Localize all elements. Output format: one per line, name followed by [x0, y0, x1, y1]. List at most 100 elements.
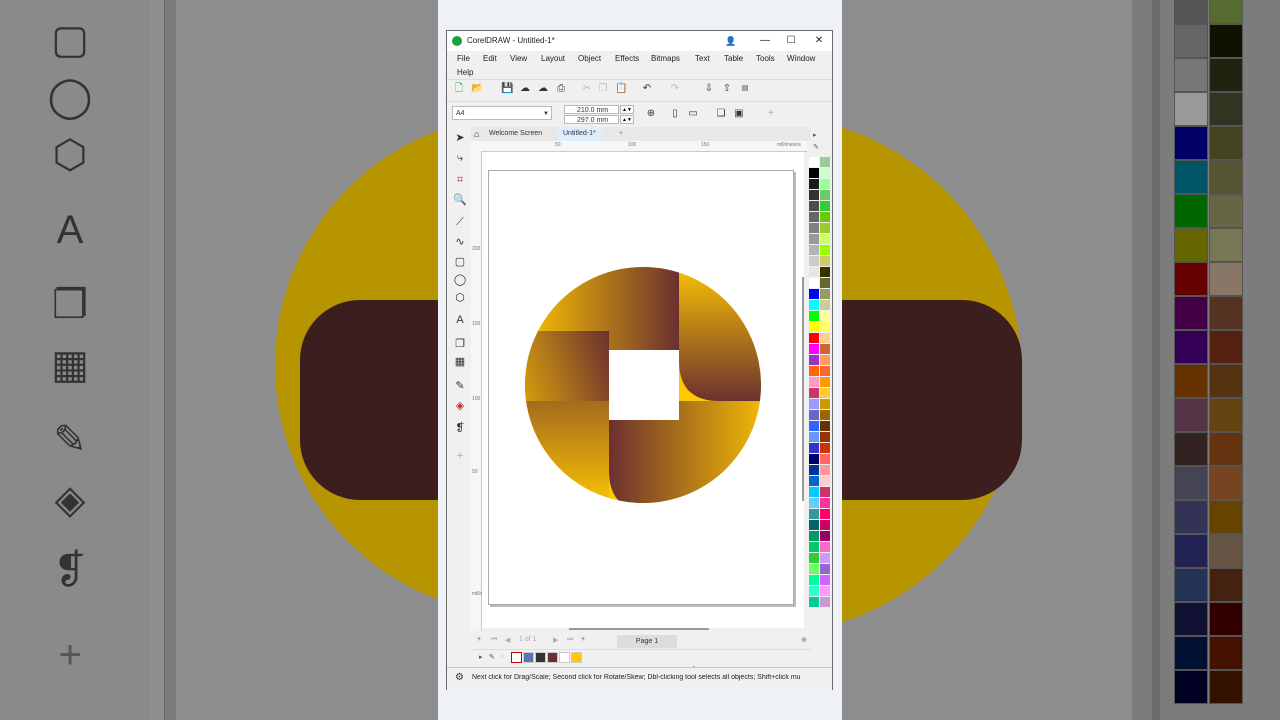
shape-icon[interactable]: ⤷: [453, 151, 467, 165]
eyedropper-icon[interactable]: ✎: [813, 143, 819, 151]
palette-swatch[interactable]: [809, 597, 819, 607]
page-height-spinner[interactable]: ▲▼: [620, 115, 634, 124]
menu-file[interactable]: File: [457, 54, 470, 63]
palette-swatch[interactable]: [809, 333, 819, 343]
fill-icon[interactable]: ◈: [453, 399, 467, 413]
ellipse-icon[interactable]: ◯: [453, 273, 467, 287]
palette-swatch[interactable]: [820, 278, 830, 288]
zoom-icon[interactable]: 🔍: [453, 193, 467, 207]
palette-swatch[interactable]: [809, 344, 819, 354]
palette-swatch[interactable]: [809, 586, 819, 596]
palette-back-icon[interactable]: ‹: [501, 653, 503, 660]
menu-view[interactable]: View: [510, 54, 527, 63]
palette-swatch[interactable]: [809, 212, 819, 222]
transparency-icon[interactable]: ▦: [453, 355, 467, 369]
page-size-dropdown[interactable]: A4 ▼: [452, 106, 552, 120]
palette-swatch[interactable]: [820, 267, 830, 277]
palette-swatch[interactable]: [820, 234, 830, 244]
palette-swatch[interactable]: [809, 509, 819, 519]
horizontal-scrollbar[interactable]: [569, 628, 709, 630]
palette-swatch[interactable]: [820, 157, 830, 167]
palette-swatch[interactable]: [820, 586, 830, 596]
home-icon[interactable]: ⌂: [471, 127, 482, 141]
palette-swatch[interactable]: [809, 432, 819, 442]
open-icon[interactable]: 📂: [471, 83, 483, 95]
shadow-icon[interactable]: ❐: [453, 337, 467, 351]
palette-swatch[interactable]: [809, 201, 819, 211]
palette-swatch[interactable]: [809, 355, 819, 365]
palette-swatch[interactable]: [809, 443, 819, 453]
close-button[interactable]: ✕: [811, 34, 827, 48]
palette-swatch[interactable]: [820, 190, 830, 200]
menu-tools[interactable]: Tools: [756, 54, 775, 63]
export-pdf-icon[interactable]: ▤: [739, 83, 751, 95]
menu-object[interactable]: Object: [578, 54, 601, 63]
palette-swatch[interactable]: [820, 322, 830, 332]
palette-swatch[interactable]: [820, 168, 830, 178]
drawing-canvas[interactable]: [482, 152, 804, 678]
palette-swatch[interactable]: [820, 245, 830, 255]
vertical-scrollbar[interactable]: [802, 277, 804, 501]
palette-swatch[interactable]: [809, 190, 819, 200]
palette-swatch[interactable]: [809, 377, 819, 387]
palette-scroll-up-icon[interactable]: ▸: [813, 131, 819, 139]
add-tool-icon[interactable]: +: [453, 449, 467, 463]
palette-swatch[interactable]: [809, 223, 819, 233]
palette-swatch[interactable]: [809, 311, 819, 321]
eyedropper-icon[interactable]: ✎: [453, 379, 467, 393]
tab-untitled-1[interactable]: Untitled-1*: [557, 127, 602, 141]
palette-swatch[interactable]: [820, 509, 830, 519]
menu-edit[interactable]: Edit: [483, 54, 497, 63]
page-width-spinner[interactable]: ▲▼: [620, 105, 634, 114]
palette-swatch[interactable]: [820, 366, 830, 376]
current-page-icon[interactable]: ▣: [733, 108, 745, 120]
palette-swatch[interactable]: [820, 410, 830, 420]
menu-effects[interactable]: Effects: [615, 54, 639, 63]
rectangle-icon[interactable]: ▢: [453, 255, 467, 269]
artistic-media-icon[interactable]: ∿: [453, 235, 467, 249]
palette-swatch[interactable]: [820, 553, 830, 563]
palette-swatch[interactable]: [809, 366, 819, 376]
polygon-icon[interactable]: ⬡: [453, 291, 467, 305]
last-page-icon[interactable]: ⏭: [567, 636, 573, 644]
palette-swatch[interactable]: [820, 256, 830, 266]
palette-swatch[interactable]: [820, 300, 830, 310]
import-icon[interactable]: ⇩: [703, 83, 715, 95]
save-icon[interactable]: 💾: [501, 83, 513, 95]
document-color-swatch[interactable]: [535, 652, 546, 663]
palette-swatch[interactable]: [809, 476, 819, 486]
menu-window[interactable]: Window: [787, 54, 815, 63]
palette-swatch[interactable]: [809, 421, 819, 431]
palette-swatch[interactable]: [809, 553, 819, 563]
freehand-icon[interactable]: ⟋: [453, 215, 467, 229]
palette-swatch[interactable]: [820, 333, 830, 343]
vertical-ruler[interactable]: 200 150 100 50 millimeters: [471, 151, 496, 631]
smart-fill-icon[interactable]: ❡: [453, 421, 467, 435]
add-page-after-button[interactable]: +: [581, 636, 585, 643]
document-color-swatch[interactable]: [559, 652, 570, 663]
palette-swatch[interactable]: [820, 289, 830, 299]
palette-swatch[interactable]: [809, 454, 819, 464]
palette-swatch[interactable]: [820, 388, 830, 398]
cloud-download-icon[interactable]: ☁: [519, 83, 531, 95]
menu-bitmaps[interactable]: Bitmaps: [651, 54, 680, 63]
menu-layout[interactable]: Layout: [541, 54, 565, 63]
cloud-upload-icon[interactable]: ☁: [537, 83, 549, 95]
page-width-field[interactable]: 210.0 mm: [564, 105, 619, 114]
paste-icon[interactable]: 📋: [615, 83, 627, 95]
landscape-icon[interactable]: ▭: [687, 108, 699, 120]
palette-swatch[interactable]: [809, 465, 819, 475]
horizontal-ruler[interactable]: 50 100 150 millimeters: [471, 141, 807, 152]
redo-icon[interactable]: ↷: [669, 83, 681, 95]
palette-swatch[interactable]: [809, 388, 819, 398]
palette-swatch[interactable]: [820, 421, 830, 431]
palette-swatch[interactable]: [809, 575, 819, 585]
units-icon[interactable]: ⊕: [645, 108, 657, 120]
palette-swatch[interactable]: [809, 498, 819, 508]
undo-icon[interactable]: ↶: [641, 83, 653, 95]
maximize-button[interactable]: ☐: [783, 34, 799, 48]
document-color-swatch[interactable]: [523, 652, 534, 663]
print-icon[interactable]: ⎙: [555, 83, 567, 95]
palette-swatch[interactable]: [809, 278, 819, 288]
palette-swatch[interactable]: [809, 245, 819, 255]
